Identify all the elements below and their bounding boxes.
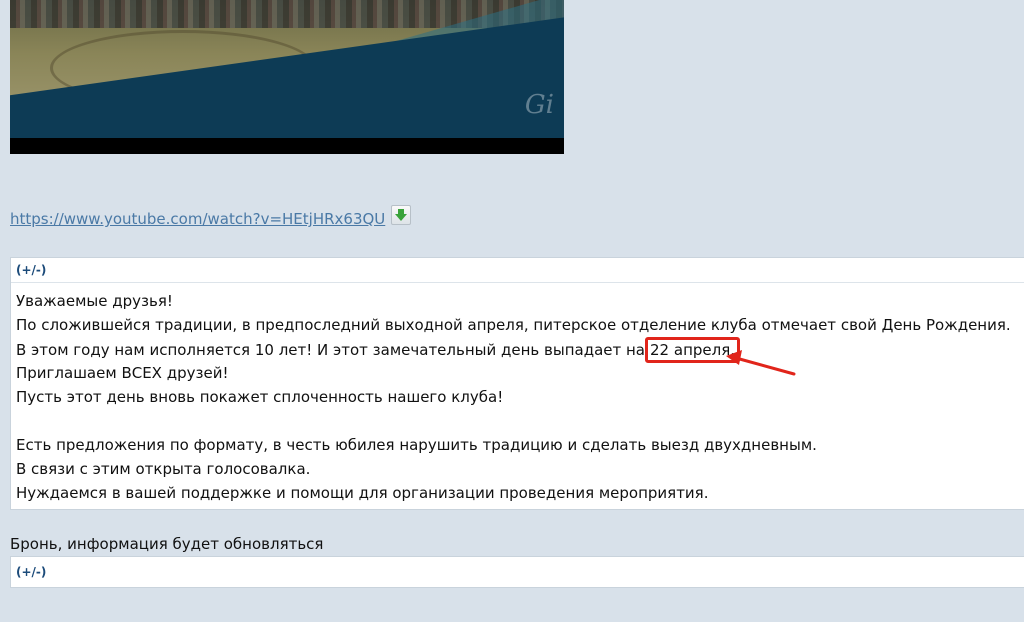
youtube-link[interactable]: https://www.youtube.com/watch?v=HEtjHRx6… xyxy=(10,210,385,228)
download-arrow-icon xyxy=(395,209,408,221)
spoiler-announcement: (+/-) Уважаемые друзья! По сложившейся т… xyxy=(10,257,1024,510)
text-line: Нуждаемся в вашей поддержке и помощи для… xyxy=(16,484,709,502)
text-line: В связи с этим открыта голосовалка. xyxy=(16,460,311,478)
spoiler-body: Уважаемые друзья! По сложившейся традици… xyxy=(11,283,1024,509)
text-line: Приглашаем ВСЕХ друзей! xyxy=(16,364,229,382)
video-watermark: Gi xyxy=(524,90,554,120)
text-line-lead: В этом году нам исполняется 10 лет! И эт… xyxy=(16,341,646,359)
text-line: По сложившейся традиции, в предпоследний… xyxy=(16,316,1011,334)
annotation-arrow-icon xyxy=(726,350,796,376)
text-line: Есть предложения по формату, в честь юби… xyxy=(16,436,817,454)
spoiler-toggle[interactable]: (+/-) xyxy=(11,557,1024,587)
link-row: https://www.youtube.com/watch?v=HEtjHRx6… xyxy=(10,205,412,233)
video-bottom-bar xyxy=(10,138,564,154)
text-line-date: В этом году нам исполняется 10 лет! И эт… xyxy=(16,337,1024,363)
download-button[interactable] xyxy=(391,205,412,225)
section-title: Бронь, информация будет обновляться xyxy=(10,535,324,553)
text-line: Уважаемые друзья! xyxy=(16,292,173,310)
spoiler-toggle[interactable]: (+/-) xyxy=(11,258,1024,283)
text-line: Пусть этот день вновь покажет сплоченнос… xyxy=(16,388,504,406)
spoiler-booking: (+/-) xyxy=(10,556,1024,588)
video-thumbnail[interactable]: Gi xyxy=(10,0,564,154)
